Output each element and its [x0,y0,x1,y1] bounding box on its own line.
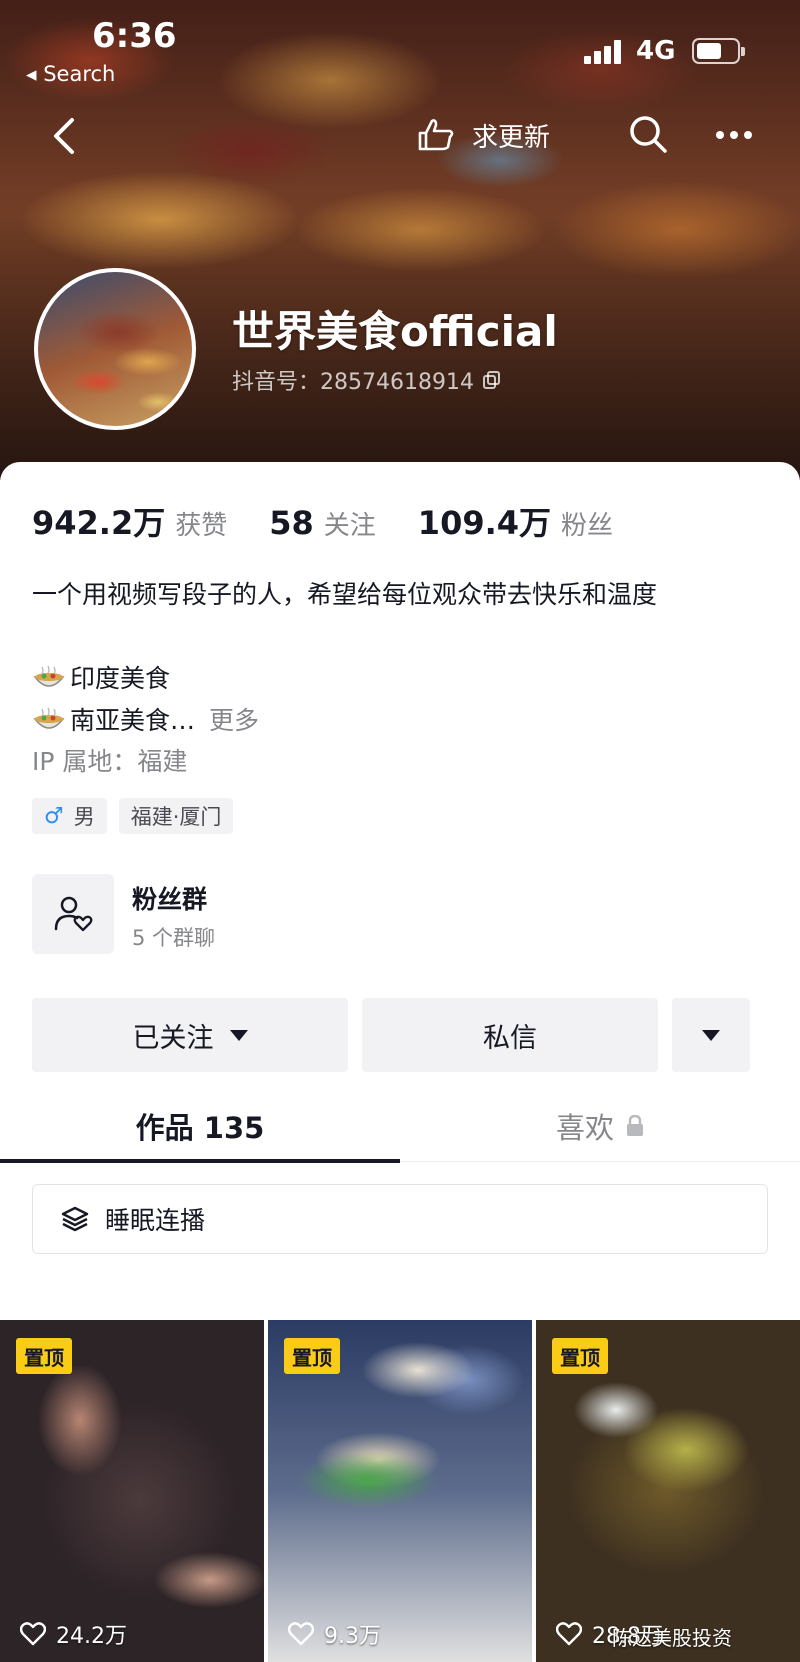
user-id-text: 抖音号：28574618914 [232,370,474,395]
layers-icon [61,1206,89,1232]
caret-down-icon [702,1029,720,1041]
display-name: 世界美食official [232,307,558,356]
more-options-button[interactable] [712,120,756,150]
bio-line: 印度美食 [32,658,792,700]
message-button[interactable]: 私信 [362,998,658,1072]
video-thumbnail[interactable]: 置顶 24.2万 [0,1320,264,1662]
stat-value: 942.2万 [32,504,166,542]
playlist-collection-label: 睡眠连播 [105,1206,206,1235]
clock: 6:36 [92,16,177,56]
pinned-badge: 置顶 [284,1338,340,1374]
heart-icon [20,1622,46,1646]
heart-icon [556,1622,582,1646]
back-button[interactable] [48,112,84,160]
bio: 一个用视频写段子的人，希望给每位观众带去快乐和温度 印度美食 南亚美食… 更多 [32,574,792,742]
video-likes: 9.3万 [288,1618,381,1650]
heart-icon [288,1622,314,1646]
location-tag: 福建·厦门 [118,798,234,834]
status-bar: 6:36 ◂ Search 4G [0,0,800,100]
fan-group-subtitle: 5 个群聊 [132,926,216,950]
tab-works[interactable]: 作品 135 [0,1090,400,1163]
bio-cuisine-indian: 印度美食 [70,664,171,693]
pinned-badge: 置顶 [552,1338,608,1374]
followed-label: 已关注 [132,1022,214,1054]
watermark-text: 陈达美股投资 [612,1626,732,1650]
followed-button[interactable]: 已关注 [32,998,348,1072]
video-thumbnail[interactable]: 置顶 28.8万 [536,1320,800,1662]
search-icon [630,116,667,153]
recommend-dropdown-button[interactable] [672,998,750,1072]
tab-likes[interactable]: 喜欢 [400,1090,800,1162]
search-button[interactable] [626,112,670,156]
content-tabs: 作品 135 喜欢 [0,1090,800,1163]
network-type: 4G [636,36,676,66]
gender-tag: ♂ 男 [32,798,107,834]
tab-likes-label: 喜欢 [555,1111,614,1145]
more-dots-icon [716,131,752,139]
person-heart-icon [54,896,93,932]
stat-label: 关注 [323,511,376,541]
copy-icon[interactable] [482,370,502,390]
ip-location: IP 属地：福建 [32,747,188,776]
video-grid: 置顶 24.2万 置顶 9.3万 置顶 28.8万 [0,1320,800,1662]
lock-icon [627,1115,643,1136]
video-likes: 24.2万 [20,1618,127,1650]
cellular-signal-icon [584,40,626,64]
chevron-left-icon [54,118,74,154]
noodle-bowl-icon [33,707,65,729]
action-buttons: 已关注 私信 [32,998,768,1072]
gender-label: 男 [73,805,95,829]
stat-likes: 942.2万 获赞 [32,498,227,544]
noodle-bowl-icon [33,665,65,687]
back-to-search-link[interactable]: ◂ Search [26,62,115,86]
stat-label: 获赞 [175,511,228,541]
avatar[interactable] [34,268,196,430]
video-likes-count: 9.3万 [324,1624,381,1649]
video-likes-count: 24.2万 [56,1624,127,1649]
fan-group-icon-box [32,874,114,954]
stat-followers[interactable]: 109.4万 粉丝 [418,498,613,544]
stat-value: 109.4万 [417,504,552,542]
caret-down-icon [229,1029,248,1041]
bio-spacer [32,616,792,658]
bio-line: 南亚美食… 更多 [32,700,792,742]
pinned-badge: 置顶 [16,1338,72,1374]
request-update-button[interactable]: 求更新 [416,110,550,160]
fan-group-title: 粉丝群 [132,885,208,914]
profile-stats: 942.2万 获赞 58 关注 109.4万 粉丝 [32,498,655,544]
bio-more-link[interactable]: 更多 [209,706,259,735]
video-thumbnail[interactable]: 置顶 9.3万 [268,1320,532,1662]
stat-value: 58 [269,504,314,542]
profile-tags: ♂ 男 福建·厦门 [32,798,245,834]
bio-line: 一个用视频写段子的人，希望给每位观众带去快乐和温度 [32,580,658,609]
pointing-hand-icon [418,119,454,151]
playlist-collection[interactable]: 睡眠连播 [32,1184,768,1254]
user-id[interactable]: 抖音号：28574618914 [232,364,502,396]
battery-icon [692,38,745,64]
male-icon: ♂ [44,803,64,829]
request-update-label: 求更新 [472,122,551,153]
bio-cuisine-south-asian: 南亚美食… [70,706,196,735]
fan-group-entry[interactable]: 粉丝群 5 个群聊 [32,874,532,954]
stat-following[interactable]: 58 关注 [269,504,376,542]
stat-label: 粉丝 [561,511,614,541]
